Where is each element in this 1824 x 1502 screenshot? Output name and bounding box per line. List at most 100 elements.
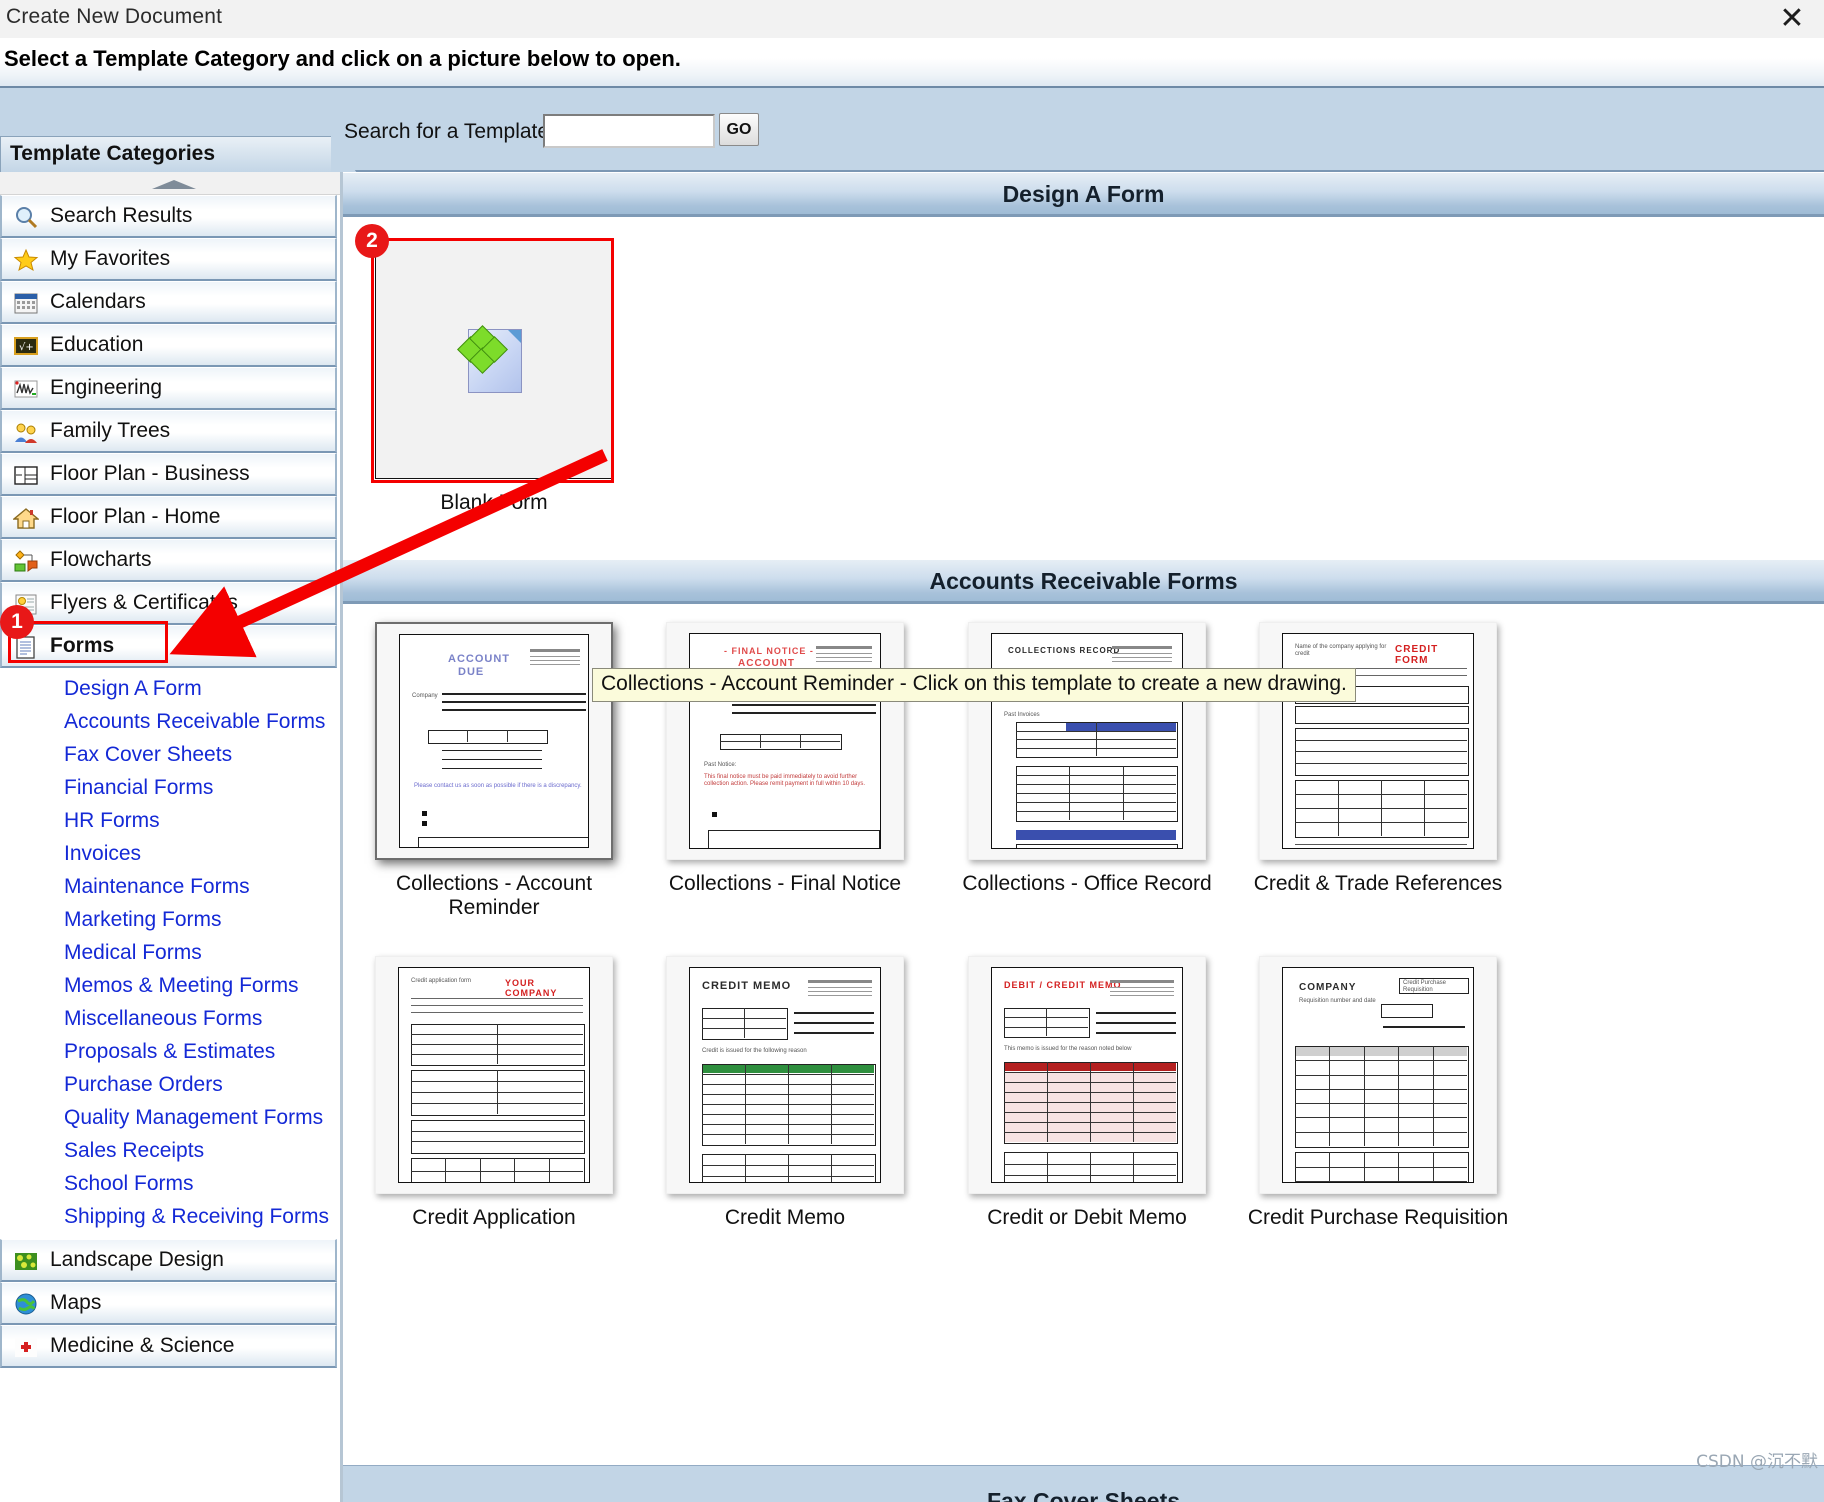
sidebar-sublink-shipping-receiving-forms[interactable]: Shipping & Receiving Forms <box>64 1202 340 1231</box>
template-thumbnail: Name of the company applying for credit C… <box>1259 622 1497 860</box>
sidebar-item-label: Flowcharts <box>50 548 152 571</box>
sidebar-sublink-hr-forms[interactable]: HR Forms <box>64 806 340 835</box>
sidebar-sublink-accounts-receivable-forms[interactable]: Accounts Receivable Forms <box>64 707 340 736</box>
go-button[interactable]: GO <box>719 113 759 146</box>
sidebar-item-landscape-design[interactable]: Landscape Design <box>0 1239 337 1282</box>
sidebar-item-label: Search Results <box>50 204 193 227</box>
search-label: Search for a Template <box>344 120 550 143</box>
sidebar-item-engineering[interactable]: Engineering <box>0 367 337 410</box>
section-title: Design A Form <box>1002 181 1165 207</box>
calendar-icon <box>13 291 39 316</box>
sidebar-item-search-results[interactable]: Search Results <box>0 195 337 238</box>
template-credit-application[interactable]: Credit application form YOUR COMPANY Credi… <box>375 956 613 1230</box>
title-bar: Create New Document ✕ <box>0 0 1824 38</box>
template-collections-office-record[interactable]: COLLECTIONS RECORDCustomerPast Invoices C… <box>962 622 1212 896</box>
sidebar-sublink-proposals-estimates[interactable]: Proposals & Estimates <box>64 1037 340 1066</box>
landscape-icon <box>13 1249 39 1274</box>
template-credit-or-debit-memo[interactable]: DEBIT / CREDIT MEMO This memo is issued f… <box>968 956 1206 1230</box>
instruction-text: Select a Template Category and click on … <box>4 46 681 71</box>
sidebar-item-label: Calendars <box>50 290 146 313</box>
sidebar-sublink-school-forms[interactable]: School Forms <box>64 1169 340 1198</box>
window-title: Create New Document <box>6 5 223 28</box>
sidebar-sublink-miscellaneous-forms[interactable]: Miscellaneous Forms <box>64 1004 340 1033</box>
sidebar-sublink-invoices[interactable]: Invoices <box>64 839 340 868</box>
sidebar-item-label: Engineering <box>50 376 163 399</box>
flowchart-icon <box>13 549 39 574</box>
thumb-row-accounts-receivable: ACCOUNT DUE Company Please contact us as so… <box>343 604 1824 1294</box>
sidebar-item-label: Maps <box>50 1291 102 1314</box>
template-credit-purchase-requisition[interactable]: COMPANY Credit Purchase Requisition Requis… <box>1248 956 1508 1230</box>
sidebar-item-education[interactable]: √+ Education <box>0 324 337 367</box>
section-header-design-a-form: Design A Form <box>343 172 1824 217</box>
template-preview: Name of the company applying for credit C… <box>1282 633 1474 849</box>
template-preview: COLLECTIONS RECORDCustomerPast Invoices <box>991 633 1183 849</box>
template-thumbnail: COLLECTIONS RECORDCustomerPast Invoices <box>968 622 1206 860</box>
template-thumbnail: ACCOUNT DUE Company Please contact us as so… <box>375 622 613 860</box>
template-preview: COMPANY Credit Purchase Requisition Requis… <box>1282 967 1474 1183</box>
template-preview: ACCOUNT DUE Company Please contact us as so… <box>399 634 589 848</box>
section-header-accounts-receivable: Accounts Receivable Forms <box>343 559 1824 604</box>
sidebar-item-floor-plan-home[interactable]: Floor Plan - Home <box>0 496 337 539</box>
sidebar-sublink-purchase-orders[interactable]: Purchase Orders <box>64 1070 340 1099</box>
house-icon <box>12 506 40 531</box>
svg-text:√+: √+ <box>19 342 34 353</box>
template-thumbnail: - FINAL NOTICE -ACCOUNTOVERDUEPast Notic… <box>666 622 904 860</box>
search-input[interactable] <box>543 114 715 148</box>
scroll-up-grip[interactable] <box>0 172 340 195</box>
sidebar-sublink-fax-cover-sheets[interactable]: Fax Cover Sheets <box>64 740 340 769</box>
sidebar-item-flyers-certificates[interactable]: Flyers & Certificates <box>0 582 337 625</box>
sidebar-sublink-medical-forms[interactable]: Medical Forms <box>64 938 340 967</box>
sidebar-item-label: Floor Plan - Home <box>50 505 221 528</box>
waveform-icon <box>13 377 39 402</box>
sidebar-item-calendars[interactable]: Calendars <box>0 281 337 324</box>
template-label: Blank Form <box>440 491 548 514</box>
sidebar-item-label: Family Trees <box>50 419 171 442</box>
sidebar: Search Results My Favorites Calendars √+ Edu… <box>0 172 340 1502</box>
category-list: Search Results My Favorites Calendars √+ Edu… <box>0 195 340 1368</box>
template-label: Collections - Final Notice <box>668 872 902 895</box>
template-preview: Credit application form YOUR COMPANY <box>398 967 590 1183</box>
template-credit-memo[interactable]: CREDIT MEMO Credit is issued for the foll… <box>666 956 904 1230</box>
template-label: Collections - Office Record <box>962 872 1212 895</box>
sidebar-item-flowcharts[interactable]: Flowcharts <box>0 539 337 582</box>
template-collections-final-notice[interactable]: - FINAL NOTICE -ACCOUNTOVERDUEPast Notic… <box>666 622 904 896</box>
template-collections-account-reminder[interactable]: ACCOUNT DUE Company Please contact us as so… <box>375 622 613 920</box>
instruction-bar: Select a Template Category and click on … <box>0 38 1824 86</box>
sidebar-item-family-trees[interactable]: Family Trees <box>0 410 337 453</box>
sidebar-sublinks: Design A Form Accounts Receivable Forms Fa… <box>0 668 340 1239</box>
sidebar-item-my-favorites[interactable]: My Favorites <box>0 238 337 281</box>
annotation-badge-2: 2 <box>355 224 389 258</box>
template-tooltip: Collections - Account Reminder - Click o… <box>592 668 1356 702</box>
template-label: Credit Memo <box>724 1206 846 1229</box>
sidebar-sublink-memos-meeting-forms[interactable]: Memos & Meeting Forms <box>64 971 340 1000</box>
sidebar-sublink-design-a-form[interactable]: Design A Form <box>64 674 340 703</box>
sidebar-item-label: Floor Plan - Business <box>50 462 250 485</box>
section-header-fax-cover-sheets: Fax Cover Sheets <box>343 1465 1824 1502</box>
sidebar-item-label: My Favorites <box>50 247 171 270</box>
sidebar-item-label: Landscape Design <box>50 1248 224 1271</box>
template-preview: - FINAL NOTICE -ACCOUNTOVERDUEPast Notic… <box>689 633 881 849</box>
template-label: Credit or Debit Memo <box>987 1206 1187 1229</box>
sidebar-item-label: Medicine & Science <box>50 1334 235 1357</box>
sidebar-item-label: Education <box>50 333 144 356</box>
sidebar-sublink-sales-receipts[interactable]: Sales Receipts <box>64 1136 340 1165</box>
sidebar-sublink-marketing-forms[interactable]: Marketing Forms <box>64 905 340 934</box>
sidebar-item-maps[interactable]: Maps <box>0 1282 337 1325</box>
close-icon[interactable]: ✕ <box>1770 2 1814 36</box>
sidebar-sublink-maintenance-forms[interactable]: Maintenance Forms <box>64 872 340 901</box>
sidebar-sublink-financial-forms[interactable]: Financial Forms <box>64 773 340 802</box>
template-credit-trade-references[interactable]: Name of the company applying for credit C… <box>1254 622 1502 896</box>
template-categories-title: Template Categories <box>10 142 216 165</box>
sidebar-sublink-quality-management-forms[interactable]: Quality Management Forms <box>64 1103 340 1132</box>
create-new-document-dialog: Create New Document ✕ Select a Template … <box>0 0 1824 1502</box>
template-label: Credit Application <box>412 1206 576 1229</box>
annotation-badge-1: 1 <box>0 605 34 639</box>
template-preview: CREDIT MEMO Credit is issued for the foll… <box>689 967 881 1183</box>
sidebar-item-medicine-science[interactable]: Medicine & Science <box>0 1325 337 1368</box>
section-title: Accounts Receivable Forms <box>929 568 1238 594</box>
watermark: CSDN @沉不默 <box>1696 1452 1818 1472</box>
sidebar-item-floor-plan-business[interactable]: Floor Plan - Business <box>0 453 337 496</box>
annotation-box-blank-form <box>371 238 614 483</box>
chalkboard-icon: √+ <box>13 334 39 359</box>
magnifier-icon <box>13 205 39 230</box>
